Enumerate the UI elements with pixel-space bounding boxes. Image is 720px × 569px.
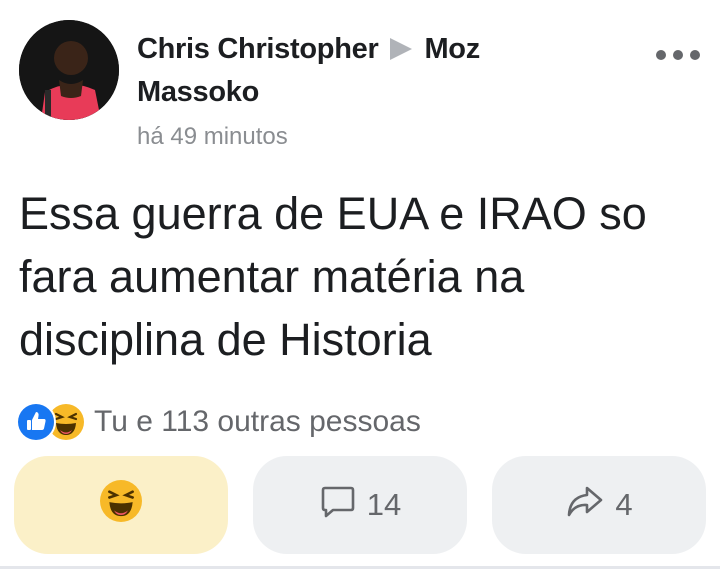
reactions-summary[interactable]: Tu e 113 outras pessoas: [16, 402, 421, 442]
haha-icon: [100, 480, 142, 530]
comment-icon: [319, 482, 357, 528]
triangle-right-icon: [390, 38, 413, 60]
react-button[interactable]: [14, 456, 228, 554]
like-icon: [16, 402, 56, 442]
shares-count: 4: [615, 487, 633, 522]
comments-count: 14: [366, 487, 402, 522]
dot: [673, 50, 683, 60]
post-text: Essa guerra de EUA e IRAO so fara aument…: [19, 188, 647, 365]
more-options-icon[interactable]: [656, 44, 700, 66]
author-avatar[interactable]: [19, 20, 119, 120]
avatar-photo: [19, 20, 119, 120]
dot: [656, 50, 666, 60]
post-card: Chris Christopher Moz Massoko há 49 minut…: [0, 0, 720, 569]
share-button[interactable]: 4: [492, 456, 706, 554]
dot: [690, 50, 700, 60]
post-header: Chris Christopher Moz Massoko: [137, 28, 607, 114]
share-icon: [565, 482, 605, 528]
author-name[interactable]: Chris Christopher: [137, 33, 379, 65]
comment-button[interactable]: 14: [253, 456, 467, 554]
reactions-count-text: Tu e 113 outras pessoas: [94, 405, 421, 438]
post-timestamp[interactable]: há 49 minutos: [137, 123, 288, 151]
